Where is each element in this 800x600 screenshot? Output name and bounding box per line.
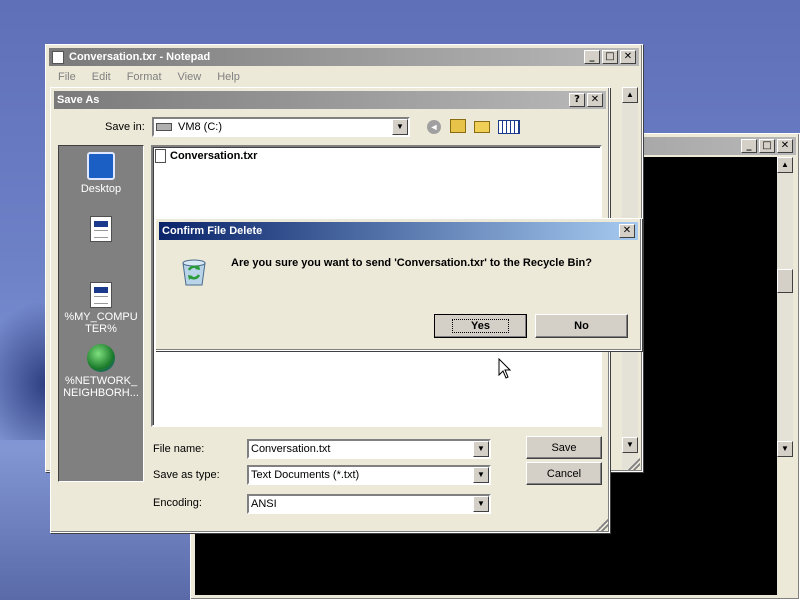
new-folder-icon[interactable] xyxy=(474,121,490,133)
confirm-titlebar[interactable]: Confirm File Delete ✕ xyxy=(159,222,638,240)
save-in-value: VM8 (C:) xyxy=(178,121,222,133)
maximize-icon[interactable]: □ xyxy=(759,139,775,153)
chevron-down-icon[interactable]: ▼ xyxy=(473,496,489,512)
menu-help[interactable]: Help xyxy=(209,69,248,87)
notepad-title: Conversation.txr - Notepad xyxy=(69,51,211,63)
yes-label: Yes xyxy=(452,319,509,333)
place-desktop[interactable]: Desktop xyxy=(59,152,143,195)
menu-view[interactable]: View xyxy=(170,69,210,87)
save-type-dropdown[interactable]: Text Documents (*.txt) ▼ xyxy=(247,465,491,485)
menu-file[interactable]: File xyxy=(50,69,84,87)
menu-format[interactable]: Format xyxy=(119,69,170,87)
maximize-icon[interactable]: □ xyxy=(602,50,618,64)
save-in-label: Save in: xyxy=(105,121,145,133)
scroll-up-icon[interactable]: ▲ xyxy=(777,157,793,173)
close-icon[interactable]: ✕ xyxy=(620,50,636,64)
minimize-icon[interactable]: _ xyxy=(741,139,757,153)
save-in-dropdown[interactable]: VM8 (C:) ▼ xyxy=(152,117,410,137)
cancel-button[interactable]: Cancel xyxy=(526,462,602,485)
chevron-down-icon[interactable]: ▼ xyxy=(392,119,408,135)
notepad-icon xyxy=(52,50,64,64)
file-name: Conversation.txr xyxy=(170,150,258,162)
text-file-icon xyxy=(155,149,166,163)
drive-icon xyxy=(156,123,172,131)
help-icon[interactable]: ? xyxy=(569,93,585,107)
console-scrollbar[interactable]: ▲ ▼ xyxy=(777,157,793,457)
place-documents[interactable] xyxy=(59,216,143,245)
scroll-up-icon[interactable]: ▲ xyxy=(622,87,638,103)
place-label: %MY_COMPUTER% xyxy=(64,311,138,335)
place-network[interactable]: %NETWORK_NEIGHBORH... xyxy=(59,344,143,399)
no-button[interactable]: No xyxy=(535,314,628,338)
document-icon xyxy=(90,282,112,308)
no-label: No xyxy=(574,320,589,332)
encoding-label: Encoding: xyxy=(153,497,202,509)
close-icon[interactable]: ✕ xyxy=(777,139,793,153)
file-name-value: Conversation.txt xyxy=(251,443,331,455)
document-icon xyxy=(90,216,112,242)
confirm-title: Confirm File Delete xyxy=(162,225,263,237)
save-as-title: Save As xyxy=(57,94,100,106)
scroll-down-icon[interactable]: ▼ xyxy=(777,441,793,457)
save-button[interactable]: Save xyxy=(526,436,602,459)
chevron-down-icon[interactable]: ▼ xyxy=(473,467,489,483)
save-as-titlebar[interactable]: Save As ? ✕ xyxy=(54,91,606,109)
confirm-message: Are you sure you want to send 'Conversat… xyxy=(231,257,592,269)
notepad-menubar: File Edit Format View Help xyxy=(50,69,248,87)
recycle-bin-icon xyxy=(178,255,210,287)
view-menu-icon[interactable] xyxy=(498,120,520,134)
close-icon[interactable]: ✕ xyxy=(587,93,603,107)
menu-edit[interactable]: Edit xyxy=(84,69,119,87)
save-type-value: Text Documents (*.txt) xyxy=(251,469,360,481)
place-label: Desktop xyxy=(80,183,122,195)
desktop-icon xyxy=(87,152,115,180)
file-name-label: File name: xyxy=(153,443,205,455)
places-bar: Desktop %MY_COMPUTER% %NETWORK_NEIGHBORH… xyxy=(58,145,144,482)
file-name-input[interactable]: Conversation.txt ▼ xyxy=(247,439,491,459)
up-folder-icon[interactable] xyxy=(450,119,466,133)
list-item[interactable]: Conversation.txr xyxy=(155,149,257,163)
encoding-dropdown[interactable]: ANSI ▼ xyxy=(247,494,491,514)
save-type-label: Save as type: xyxy=(153,469,220,481)
chevron-down-icon[interactable]: ▼ xyxy=(473,441,489,457)
notepad-titlebar[interactable]: Conversation.txr - Notepad _ □ ✕ xyxy=(49,48,639,66)
place-my-computer[interactable]: %MY_COMPUTER% xyxy=(59,282,143,335)
back-icon[interactable]: ◄ xyxy=(427,120,441,134)
resize-grip[interactable] xyxy=(596,519,608,531)
encoding-value: ANSI xyxy=(251,498,277,510)
place-label: %NETWORK_NEIGHBORH... xyxy=(63,375,139,399)
cursor-arrow-icon xyxy=(498,357,512,380)
confirm-delete-dialog[interactable]: Confirm File Delete ✕ Are you sure you w… xyxy=(155,218,642,351)
network-icon xyxy=(87,344,115,372)
yes-button[interactable]: Yes xyxy=(434,314,527,338)
scroll-thumb[interactable] xyxy=(777,269,793,293)
close-icon[interactable]: ✕ xyxy=(619,224,635,238)
scroll-down-icon[interactable]: ▼ xyxy=(622,437,638,453)
minimize-icon[interactable]: _ xyxy=(584,50,600,64)
resize-grip[interactable] xyxy=(628,458,640,470)
